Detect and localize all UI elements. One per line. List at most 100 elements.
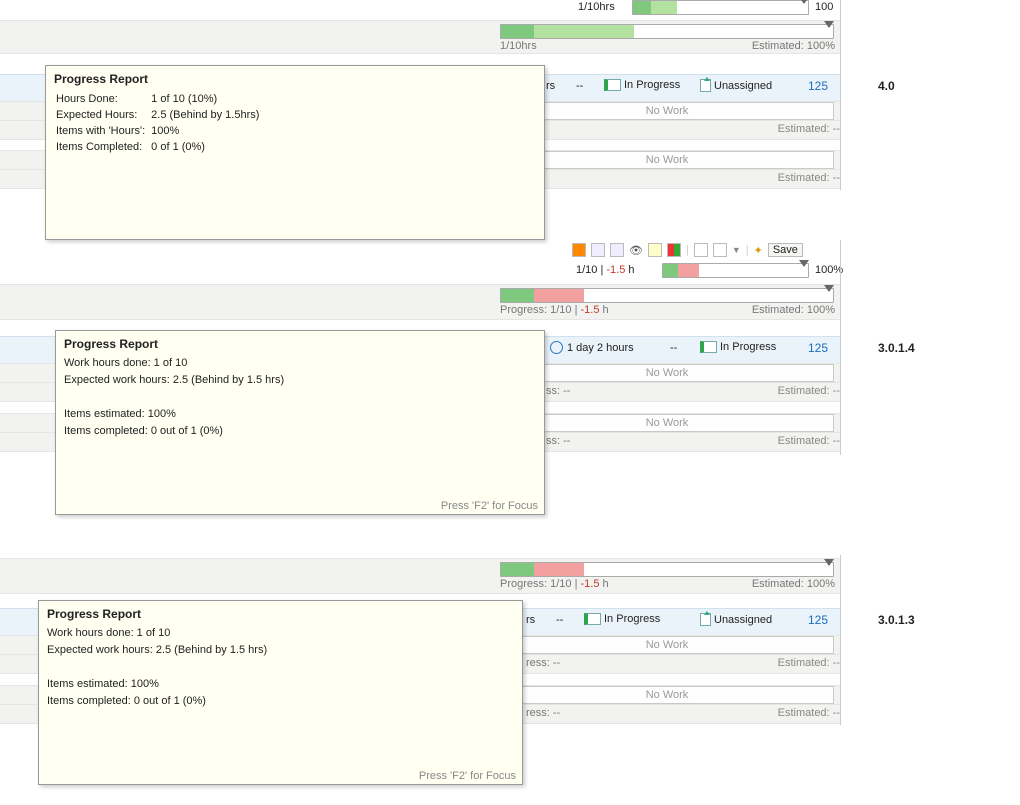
- nowork-bar-5: No Work: [500, 636, 834, 654]
- dropdown-icon[interactable]: ▼: [732, 245, 741, 255]
- version-label: 4.0: [878, 79, 895, 93]
- tt2-l0: Work hours done: 1 of 10: [64, 355, 536, 372]
- note-icon[interactable]: [713, 243, 727, 257]
- assignee-text-3: Unassigned: [714, 614, 772, 626]
- status-text-3: In Progress: [604, 613, 660, 625]
- second-bar-label: 1/10hrs: [500, 40, 537, 52]
- tooltip-footer-2: Press 'F2' for Focus: [441, 500, 538, 512]
- version-label-2: 3.0.1.4: [878, 341, 915, 355]
- tt-v2: 2.5 (Behind by 1.5hrs): [151, 108, 263, 122]
- progress-report-tooltip: Progress Report Hours Done:1 of 10 (10%)…: [45, 65, 545, 240]
- top-bar-label-2: 1/10 | -1.5 h: [576, 264, 635, 276]
- status-toggle-icon[interactable]: [667, 243, 681, 257]
- panel-divider-3: [840, 555, 841, 725]
- tt3-l1: Expected work hours: 2.5 (Behind by 1.5 …: [47, 642, 514, 659]
- tt-v4: 0 of 1 (0%): [151, 140, 263, 154]
- sched-text: 1 day 2 hours: [567, 342, 634, 354]
- tt-k1: Hours Done:: [56, 92, 149, 106]
- tt2-l3: Items estimated: 100%: [64, 406, 536, 423]
- tooltip-table: Hours Done:1 of 10 (10%) Expected Hours:…: [54, 90, 265, 156]
- version-label-3: 3.0.1.3: [878, 613, 915, 627]
- tooltip-title: Progress Report: [54, 72, 536, 86]
- est-3: Estimated: --: [760, 385, 840, 397]
- blue-row-suffix-3: rs: [526, 614, 535, 626]
- row-suffix-3: ss: --: [546, 385, 570, 397]
- tt2-l1: Expected work hours: 2.5 (Behind by 1.5 …: [64, 372, 536, 389]
- tt-k2: Expected Hours:: [56, 108, 149, 122]
- blue-row-dash-2: --: [670, 342, 677, 354]
- blue-row-suffix: rs: [546, 80, 555, 92]
- expand-icon[interactable]: [610, 243, 624, 257]
- top-bar-label: 1/10hrs: [578, 1, 615, 13]
- nowork-bar-1: No Work: [500, 102, 834, 120]
- assignee-icon: [700, 79, 711, 92]
- sb3-b: -1.5: [581, 578, 600, 590]
- toolbar-sep: |: [686, 244, 689, 256]
- row-suffix-6: ress: --: [526, 707, 560, 719]
- est-5: Estimated: --: [760, 657, 840, 669]
- tt3-l0: Work hours done: 1 of 10: [47, 625, 514, 642]
- tooltip-title-3: Progress Report: [47, 607, 514, 621]
- flag-icon[interactable]: [648, 243, 662, 257]
- edit-icon[interactable]: [694, 243, 708, 257]
- second-bar-label-3: Progress: 1/10 | -1.5 h: [500, 578, 609, 590]
- tb2-c: h: [625, 264, 634, 276]
- collapse-icon[interactable]: [591, 243, 605, 257]
- toolbar-sep-2: |: [746, 244, 749, 256]
- progress-report-tooltip-2: Progress Report Work hours done: 1 of 10…: [55, 330, 545, 515]
- tt-v3: 100%: [151, 124, 263, 138]
- status-icon-3: [584, 613, 601, 625]
- sb2-c: h: [599, 304, 608, 316]
- sb2-b: -1.5: [581, 304, 600, 316]
- tt3-l4: Items completed: 0 out of 1 (0%): [47, 693, 514, 710]
- status-icon: [604, 79, 621, 91]
- tt3-l3: Items estimated: 100%: [47, 676, 514, 693]
- tt-v1: 1 of 10 (10%): [151, 92, 263, 106]
- clock-icon: [550, 341, 563, 354]
- status-text: In Progress: [624, 79, 680, 91]
- tt2-l4: Items completed: 0 out of 1 (0%): [64, 423, 536, 440]
- nowork-bar-3: No Work: [500, 364, 834, 382]
- top-progress-bar: [632, 0, 809, 15]
- sched-cell: 1 day 2 hours: [550, 341, 634, 354]
- est-2: Estimated: --: [760, 172, 840, 184]
- tt-k4: Items Completed:: [56, 140, 149, 154]
- tooltip-footer-3: Press 'F2' for Focus: [419, 770, 516, 782]
- status-text-2: In Progress: [720, 341, 776, 353]
- save-button[interactable]: Save: [768, 243, 803, 257]
- item-id[interactable]: 125: [808, 79, 828, 93]
- tt-k3: Items with 'Hours':: [56, 124, 149, 138]
- second-progress-bar-2: [500, 288, 834, 303]
- top-progress-bar-2: [662, 263, 809, 278]
- zoom-icon[interactable]: 👁: [629, 244, 643, 257]
- assignee-cell-3: Unassigned: [700, 613, 772, 626]
- status-icon-2: [700, 341, 717, 353]
- est-4: Estimated: --: [760, 435, 840, 447]
- progress-report-tooltip-3: Progress Report Work hours done: 1 of 10…: [38, 600, 523, 785]
- status-cell-3: In Progress: [584, 613, 660, 625]
- est-1: Estimated: --: [760, 123, 840, 135]
- blue-row-dash: --: [576, 80, 583, 92]
- item-id-2[interactable]: 125: [808, 341, 828, 355]
- assignee-icon-3: [700, 613, 711, 626]
- second-bar-est-2: Estimated: 100%: [752, 304, 835, 316]
- row-suffix-4: ss: --: [546, 435, 570, 447]
- sb3-a: Progress: 1/10 |: [500, 578, 581, 590]
- sb3-c: h: [599, 578, 608, 590]
- blue-row-dash-3: --: [556, 614, 563, 626]
- item-id-3[interactable]: 125: [808, 613, 828, 627]
- nowork-bar-2: No Work: [500, 151, 834, 169]
- tb2-a: 1/10 |: [576, 264, 606, 276]
- assignee-text: Unassigned: [714, 80, 772, 92]
- toolbar: 👁 | ▼ | ✦ Save: [572, 243, 803, 257]
- est-6: Estimated: --: [760, 707, 840, 719]
- second-bar-est: Estimated: 100%: [752, 40, 835, 52]
- sb2-a: Progress: 1/10 |: [500, 304, 581, 316]
- refresh-icon[interactable]: ✦: [754, 244, 763, 257]
- second-progress-bar: [500, 24, 834, 39]
- row-suffix-5: ress: --: [526, 657, 560, 669]
- rss-icon[interactable]: [572, 243, 586, 257]
- second-bar-est-3: Estimated: 100%: [752, 578, 835, 590]
- nowork-bar-6: No Work: [500, 686, 834, 704]
- tooltip-title-2: Progress Report: [64, 337, 536, 351]
